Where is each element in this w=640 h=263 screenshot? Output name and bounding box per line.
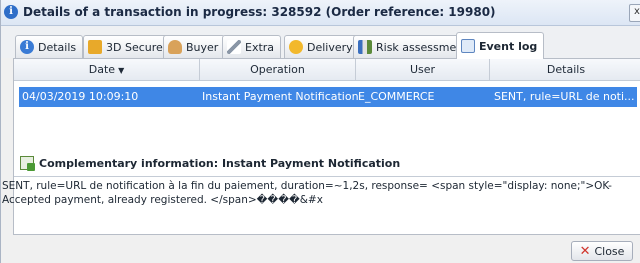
tab-3d-secure[interactable]: 3D Secure [83, 35, 170, 58]
close-icon[interactable]: x [629, 4, 640, 22]
transaction-details-dialog: i Details of a transaction in progress: … [0, 0, 640, 263]
dialog-titlebar[interactable]: i Details of a transaction in progress: … [1, 0, 640, 26]
column-header-date[interactable]: Date ▼ [14, 59, 200, 80]
tab-extra[interactable]: Extra [222, 35, 282, 58]
tab-label: Details [38, 40, 77, 54]
log-icon [461, 39, 475, 53]
column-header-user[interactable]: User [356, 59, 490, 80]
pencil-icon [227, 40, 241, 54]
grid-header: Date ▼ Operation User Details [14, 59, 640, 81]
table-row[interactable]: 04/03/2019 10:09:10 Instant Payment Noti… [19, 87, 637, 107]
sort-down-icon: ▼ [118, 66, 125, 75]
tab-bar: Details 3D Secure Buyer Extra Delivery R… [1, 26, 640, 59]
divider [14, 176, 640, 177]
column-header-label: Date [88, 63, 116, 76]
close-button-label: Close [594, 244, 625, 258]
cell-date: 04/03/2019 10:09:10 [22, 90, 139, 103]
buyer-icon [168, 40, 182, 54]
document-edit-icon [20, 156, 35, 171]
complementary-info-title: Complementary information: Instant Payme… [39, 156, 401, 170]
close-button[interactable]: ✕ Close [571, 241, 633, 261]
column-header-operation[interactable]: Operation [200, 59, 356, 80]
close-icon: ✕ [579, 243, 591, 259]
chart-icon [358, 40, 372, 54]
tab-details[interactable]: Details [15, 35, 84, 58]
tab-label: Buyer [186, 40, 219, 54]
tab-label: Delivery [307, 40, 353, 54]
tab-label: Risk assessment [376, 40, 468, 54]
tab-label: Event log [479, 39, 538, 53]
tab-delivery[interactable]: Delivery [284, 35, 360, 58]
cell-operation: Instant Payment Notification [202, 90, 358, 103]
info-icon: i [4, 5, 18, 19]
column-header-label: User [409, 63, 436, 76]
info-icon [20, 40, 34, 54]
complementary-info-header: Complementary information: Instant Payme… [20, 153, 400, 173]
cell-user: E_COMMERCE [358, 90, 435, 103]
event-log-panel: Date ▼ Operation User Details 04/03/2019 … [2, 58, 640, 235]
tab-buyer[interactable]: Buyer [163, 35, 226, 58]
delivery-icon [289, 40, 303, 54]
column-header-details[interactable]: Details [490, 59, 640, 80]
tab-label: Extra [245, 40, 275, 54]
3ds-icon [88, 40, 102, 54]
column-header-label: Operation [250, 63, 305, 76]
complementary-info-text: SENT, rule=URL de notification à la fin … [2, 180, 612, 206]
tab-label: 3D Secure [106, 40, 163, 54]
tab-event-log[interactable]: Event log [456, 32, 545, 59]
column-header-label: Details [546, 63, 586, 76]
dialog-title: Details of a transaction in progress: 32… [23, 5, 496, 19]
cell-details: SENT, rule=URL de noti... [494, 90, 635, 103]
